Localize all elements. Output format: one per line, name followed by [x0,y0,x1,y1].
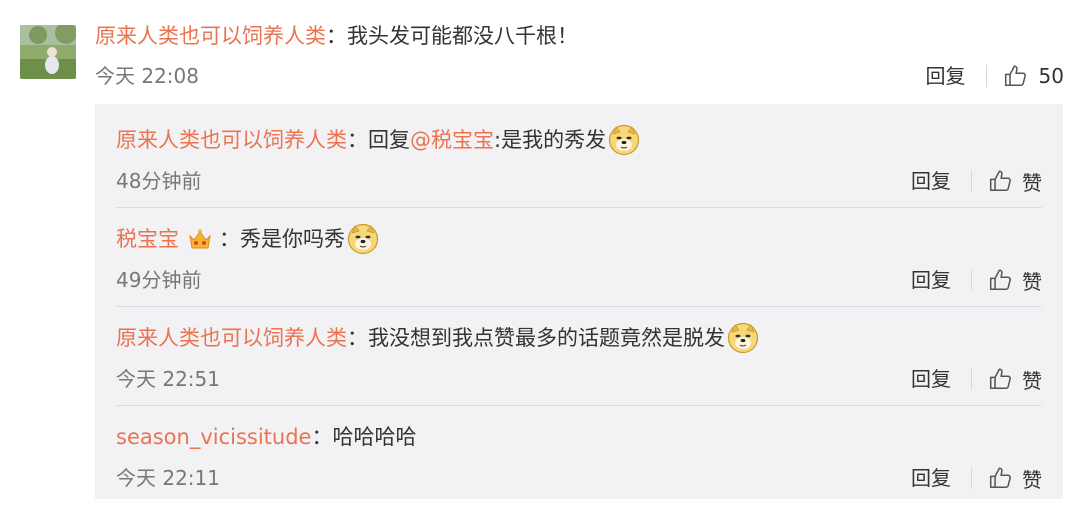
mention-link[interactable]: @税宝宝 [410,122,494,158]
colon: ： [347,326,368,350]
like-label: 赞 [1022,467,1042,492]
reply-meta: 48分钟前 回复 赞 [116,163,1042,199]
colon: ： [326,24,347,48]
reply-time: 今天 22:11 [116,466,220,490]
reply-text: 我没想到我点赞最多的话题竟然是脱发 [368,326,725,350]
like-button[interactable]: 50 [1003,63,1064,89]
doge-emoji-icon [727,322,759,354]
doge-emoji-icon [608,124,640,156]
reply-time: 48分钟前 [116,169,202,193]
like-label: 赞 [1022,170,1042,195]
thumbs-up-icon [989,368,1011,389]
like-button[interactable]: 赞 [988,266,1042,295]
thumbs-up-icon [989,170,1011,191]
main-comment-meta: 今天 22:08 回复 50 [95,58,1070,94]
divider [971,467,972,489]
like-label: 赞 [1022,368,1042,393]
reply-line: 税宝宝 ：秀是你吗秀 [116,221,379,257]
reply-meta: 49分钟前 回复 赞 [116,262,1042,298]
reply-button[interactable]: 回复 [911,361,951,397]
divider [971,368,972,390]
reply-username[interactable]: 税宝宝 [116,221,179,257]
reply-text: 秀是你吗秀 [240,227,345,251]
avatar[interactable] [20,25,76,79]
doge-emoji-icon [347,223,379,255]
list-item: season_vicissitude：哈哈哈哈 今天 22:11 回复 赞 [116,405,1042,497]
like-button[interactable]: 赞 [988,365,1042,394]
reply-line: 原来人类也可以饲养人类：回复 @税宝宝:是我的秀发 [116,122,640,158]
reply-button[interactable]: 回复 [911,163,951,199]
reply-time: 今天 22:51 [116,367,220,391]
like-button[interactable]: 赞 [988,167,1042,196]
reply-username[interactable]: 原来人类也可以饲养人类 [116,320,347,356]
like-button[interactable]: 赞 [988,464,1042,493]
reply-button[interactable]: 回复 [926,58,966,94]
reply-actions: 回复 赞 [911,163,1042,199]
like-label: 赞 [1022,269,1042,294]
like-count: 50 [1038,64,1064,88]
main-comment-text: 我头发可能都没八千根！ [347,24,578,48]
reply-actions: 回复 赞 [911,460,1042,496]
reply-actions: 回复 赞 [911,262,1042,298]
reply-line: season_vicissitude：哈哈哈哈 [116,419,416,455]
reply-button[interactable]: 回复 [911,460,951,496]
reply-text: 哈哈哈哈 [332,425,417,449]
list-item: 税宝宝 ：秀是你吗秀 49分钟前 回复 赞 [116,207,1042,306]
replies-container: 原来人类也可以饲养人类：回复 @税宝宝:是我的秀发 48分钟前 回复 赞 税宝… [95,104,1063,499]
reply-username[interactable]: season_vicissitude [116,419,311,455]
crown-badge-icon[interactable] [187,226,213,252]
main-comment-actions: 回复 50 [926,58,1064,94]
list-item: 原来人类也可以饲养人类：回复 @税宝宝:是我的秀发 48分钟前 回复 赞 [116,108,1042,207]
colon: ： [347,128,368,152]
reply-prefix: 回复 [368,128,410,152]
main-comment-line: 原来人类也可以饲养人类：我头发可能都没八千根！ [95,18,578,54]
colon: ： [311,425,333,449]
divider [971,269,972,291]
divider [985,65,987,87]
thumbs-up-icon [989,269,1011,290]
reply-text: :是我的秀发 [494,128,607,152]
divider [971,170,972,192]
user-avatar-photo [20,25,76,79]
colon: ： [219,227,240,251]
thumbs-up-icon [989,467,1011,488]
main-comment-time: 今天 22:08 [95,64,199,88]
main-comment-username[interactable]: 原来人类也可以饲养人类 [95,24,326,48]
thumbs-up-icon [1004,65,1026,86]
reply-actions: 回复 赞 [911,361,1042,397]
reply-meta: 今天 22:11 回复 赞 [116,460,1042,496]
list-item: 原来人类也可以饲养人类：我没想到我点赞最多的话题竟然是脱发 今天 22:51 回… [116,306,1042,405]
reply-time: 49分钟前 [116,268,202,292]
reply-line: 原来人类也可以饲养人类：我没想到我点赞最多的话题竟然是脱发 [116,320,759,356]
reply-meta: 今天 22:51 回复 赞 [116,361,1042,397]
reply-button[interactable]: 回复 [911,262,951,298]
reply-username[interactable]: 原来人类也可以饲养人类 [116,122,347,158]
